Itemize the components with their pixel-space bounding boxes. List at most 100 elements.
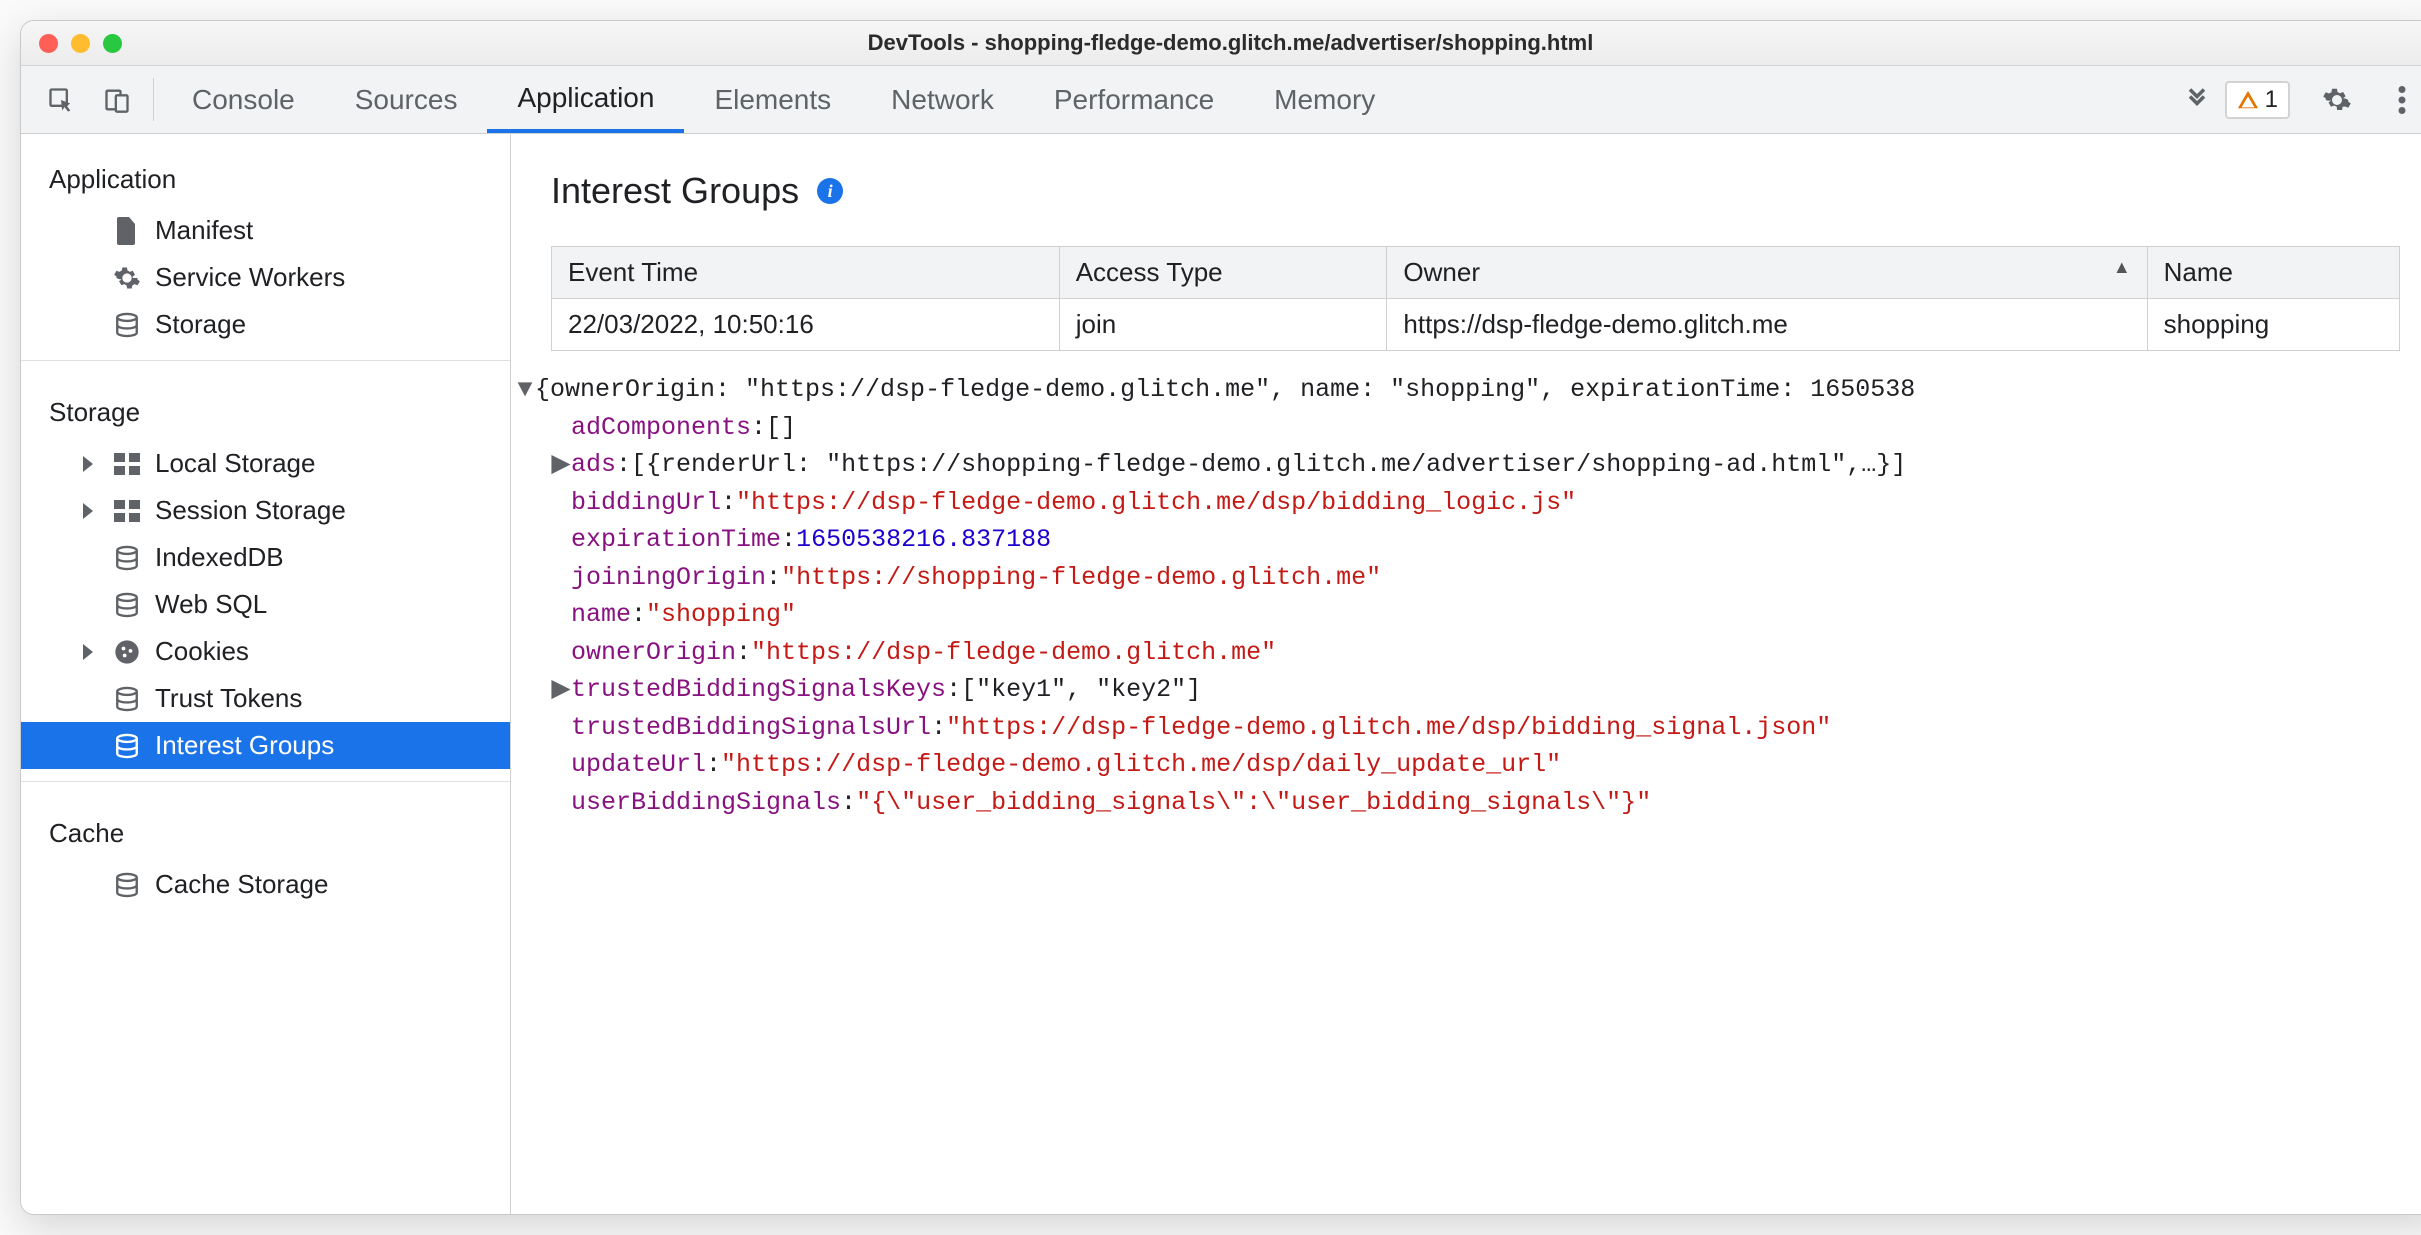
object-property-row: name: "shopping" [515, 596, 2421, 634]
object-property-row[interactable]: ▶trustedBiddingSignalsKeys: ["key1", "ke… [515, 671, 2421, 709]
object-value: "https://shopping-fledge-demo.glitch.me" [781, 559, 1381, 597]
db-icon [113, 871, 141, 899]
page-title-text: Interest Groups [551, 170, 799, 212]
more-tabs-button[interactable] [2169, 66, 2225, 133]
object-key: ownerOrigin [571, 634, 736, 672]
table-header-owner[interactable]: Owner▲ [1387, 247, 2147, 299]
object-key: adComponents [571, 409, 751, 447]
table-header-event-time[interactable]: Event Time [552, 247, 1060, 299]
panel-tabstrip: ConsoleSourcesApplicationElementsNetwork… [162, 66, 2169, 133]
object-value: {ownerOrigin: "https://dsp-fledge-demo.g… [535, 371, 1915, 409]
kebab-icon [2398, 86, 2406, 114]
object-property-row[interactable]: ▼{ownerOrigin: "https://dsp-fledge-demo.… [515, 371, 2421, 409]
sidebar-item-cookies[interactable]: Cookies [21, 628, 510, 675]
sidebar-section-header: Storage [21, 373, 510, 440]
tab-performance[interactable]: Performance [1024, 66, 1244, 133]
object-value: "https://dsp-fledge-demo.glitch.me/dsp/b… [946, 709, 1831, 747]
object-value: 1650538216.837188 [796, 521, 1051, 559]
table-cell: https://dsp-fledge-demo.glitch.me [1387, 299, 2147, 351]
sidebar-item-label: Cache Storage [155, 869, 328, 900]
disclosure-open-icon[interactable]: ▼ [515, 371, 535, 409]
object-key: trustedBiddingSignalsKeys [571, 671, 946, 709]
more-options-button[interactable] [2384, 86, 2420, 114]
tab-memory[interactable]: Memory [1244, 66, 1405, 133]
window-maximize-button[interactable] [103, 34, 122, 53]
application-content: Interest Groups i Event TimeAccess TypeO… [511, 134, 2421, 1214]
object-key: userBiddingSignals [571, 784, 841, 822]
devtools-window: DevTools - shopping-fledge-demo.glitch.m… [20, 20, 2421, 1215]
object-key: biddingUrl [571, 484, 721, 522]
table-header-row: Event TimeAccess TypeOwner▲Name [552, 247, 2400, 299]
tab-network[interactable]: Network [861, 66, 1024, 133]
disclosure-closed-icon[interactable]: ▶ [551, 446, 571, 484]
object-key: joiningOrigin [571, 559, 766, 597]
window-minimize-button[interactable] [71, 34, 90, 53]
sidebar-item-label: Service Workers [155, 262, 345, 293]
sidebar-item-label: Storage [155, 309, 246, 340]
sidebar-item-service-workers[interactable]: Service Workers [21, 254, 510, 301]
body-split: ApplicationManifest Service Workers Storag… [21, 134, 2421, 1214]
sidebar-item-session-storage[interactable]: Session Storage [21, 487, 510, 534]
object-value: ["key1", "key2"] [961, 671, 1201, 709]
sidebar-item-storage[interactable]: Storage [21, 301, 510, 348]
info-icon[interactable]: i [817, 178, 843, 204]
table-header-name[interactable]: Name [2147, 247, 2399, 299]
settings-button[interactable] [2308, 85, 2366, 115]
file-icon [113, 217, 141, 245]
object-key: trustedBiddingSignalsUrl [571, 709, 931, 747]
tab-application[interactable]: Application [487, 66, 684, 133]
tab-console[interactable]: Console [162, 66, 325, 133]
window-controls [39, 34, 122, 53]
sidebar-section-header: Cache [21, 794, 510, 861]
object-property-row: ownerOrigin: "https://dsp-fledge-demo.gl… [515, 634, 2421, 672]
gear-icon [113, 264, 141, 292]
object-key: expirationTime [571, 521, 781, 559]
issues-warning-badge[interactable]: 1 [2225, 81, 2290, 119]
db-icon [113, 685, 141, 713]
toolbar-separator [153, 78, 154, 121]
sidebar-item-indexeddb[interactable]: IndexedDB [21, 534, 510, 581]
sidebar-item-local-storage[interactable]: Local Storage [21, 440, 510, 487]
sidebar-item-manifest[interactable]: Manifest [21, 207, 510, 254]
table-cell: shopping [2147, 299, 2399, 351]
page-title: Interest Groups i [551, 170, 2400, 212]
object-key: ads [571, 446, 616, 484]
object-value: "https://dsp-fledge-demo.glitch.me" [751, 634, 1276, 672]
device-toggle-button[interactable] [89, 66, 145, 133]
object-value: "https://dsp-fledge-demo.glitch.me/dsp/b… [736, 484, 1576, 522]
grid-icon [113, 497, 141, 525]
object-property-row: joiningOrigin: "https://shopping-fledge-… [515, 559, 2421, 597]
object-property-row[interactable]: ▶ads: [{renderUrl: "https://shopping-fle… [515, 446, 2421, 484]
object-property-row: biddingUrl: "https://dsp-fledge-demo.gli… [515, 484, 2421, 522]
object-property-row: adComponents: [] [515, 409, 2421, 447]
table-header-access-type[interactable]: Access Type [1059, 247, 1387, 299]
object-property-row: userBiddingSignals: "{\"user_bidding_sig… [515, 784, 2421, 822]
sidebar-item-trust-tokens[interactable]: Trust Tokens [21, 675, 510, 722]
object-property-row: trustedBiddingSignalsUrl: "https://dsp-f… [515, 709, 2421, 747]
toolbar-right: 1 [2225, 66, 2421, 133]
inspect-element-button[interactable] [33, 66, 89, 133]
object-viewer: ▼{ownerOrigin: "https://dsp-fledge-demo.… [511, 351, 2421, 821]
object-value: "{\"user_bidding_signals\":\"user_biddin… [856, 784, 1651, 822]
table-row[interactable]: 22/03/2022, 10:50:16joinhttps://dsp-fled… [552, 299, 2400, 351]
interest-groups-table: Event TimeAccess TypeOwner▲Name 22/03/20… [551, 246, 2400, 351]
object-key: updateUrl [571, 746, 706, 784]
tab-sources[interactable]: Sources [325, 66, 488, 133]
grid-icon [113, 450, 141, 478]
application-sidebar: ApplicationManifest Service Workers Storag… [21, 134, 511, 1214]
table-cell: 22/03/2022, 10:50:16 [552, 299, 1060, 351]
window-close-button[interactable] [39, 34, 58, 53]
issues-warning-count: 1 [2265, 86, 2278, 114]
tab-elements[interactable]: Elements [684, 66, 861, 133]
sidebar-item-interest-groups[interactable]: Interest Groups [21, 722, 510, 769]
sidebar-section-header: Application [21, 140, 510, 207]
object-value: [] [766, 409, 796, 447]
sort-indicator-icon: ▲ [2113, 257, 2131, 278]
object-value: [{renderUrl: "https://shopping-fledge-de… [631, 446, 1906, 484]
warning-icon [2237, 89, 2259, 111]
sidebar-item-web-sql[interactable]: Web SQL [21, 581, 510, 628]
table-cell: join [1059, 299, 1387, 351]
sidebar-item-cache-storage[interactable]: Cache Storage [21, 861, 510, 908]
disclosure-closed-icon[interactable]: ▶ [551, 671, 571, 709]
db-icon [113, 591, 141, 619]
